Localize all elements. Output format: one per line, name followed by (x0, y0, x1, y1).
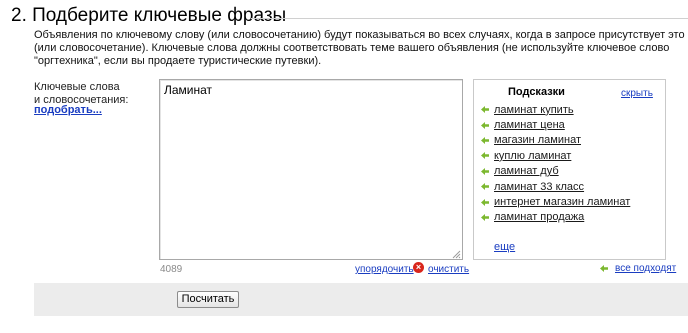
suggestion-text[interactable]: ламинат 33 класс (494, 181, 584, 193)
suggestions-panel: Подсказки скрыть ламинат купить ламинат … (473, 79, 666, 260)
suggestion-text[interactable]: куплю ламинат (494, 150, 571, 162)
section-description: Объявления по ключевому слову (или слово… (34, 29, 688, 68)
arrow-left-icon[interactable] (480, 213, 493, 222)
suggestion-item[interactable]: ламинат продажа (480, 210, 630, 225)
description-line: (или словосочетание). Ключевые слова дол… (34, 42, 670, 54)
suggestion-item[interactable]: куплю ламинат (480, 148, 630, 163)
arrow-left-icon[interactable] (480, 105, 493, 114)
keywords-textarea[interactable]: Ламинат (159, 79, 463, 260)
arrow-left-icon[interactable] (480, 167, 493, 176)
suggestions-list: ламинат купить ламинат цена магазин лами… (480, 102, 630, 225)
suggestion-item[interactable]: интернет магазин ламинат (480, 194, 630, 209)
calculate-button[interactable]: Посчитать (177, 291, 239, 308)
description-line: "оргтехника", если вы продаете туристиче… (34, 55, 322, 67)
more-suggestions-link[interactable]: еще (494, 241, 515, 253)
sort-link[interactable]: упорядочить (355, 264, 414, 275)
arrow-left-icon[interactable] (480, 182, 493, 191)
suggestion-item[interactable]: ламинат цена (480, 117, 630, 132)
resize-handle-icon[interactable] (452, 250, 461, 259)
arrow-left-icon[interactable] (480, 151, 493, 160)
clear-link[interactable]: очистить (428, 264, 469, 275)
suggestion-item[interactable]: ламинат купить (480, 102, 630, 117)
hide-suggestions-link[interactable]: скрыть (621, 88, 653, 99)
clear-icon[interactable]: × (413, 262, 424, 273)
arrow-left-icon[interactable] (480, 121, 493, 130)
suggestions-title: Подсказки (508, 86, 565, 98)
suggestion-text[interactable]: ламинат дуб (494, 165, 559, 177)
arrow-left-icon[interactable] (480, 198, 493, 207)
footer-bar (34, 283, 688, 316)
characters-left-counter: 4089 (160, 264, 183, 275)
arrow-left-icon[interactable] (480, 136, 493, 145)
keywords-label-line: Ключевые слова (34, 81, 120, 93)
suggestion-item[interactable]: ламинат дуб (480, 164, 630, 179)
suggestion-text[interactable]: магазин ламинат (494, 134, 581, 146)
suggestion-item[interactable]: магазин ламинат (480, 133, 630, 148)
pick-keywords-link[interactable]: подобрать... (34, 104, 102, 116)
suggestion-text[interactable]: интернет магазин ламинат (494, 196, 630, 208)
suggestion-item[interactable]: ламинат 33 класс (480, 179, 630, 194)
description-line: Объявления по ключевому слову (или слово… (34, 29, 688, 41)
all-fit-link[interactable]: все подходят (615, 263, 676, 274)
section-title: 2. Подберите ключевые фразы (11, 5, 287, 26)
title-divider (251, 18, 688, 19)
suggestion-text[interactable]: ламинат цена (494, 119, 565, 131)
suggestion-text[interactable]: ламинат купить (494, 104, 574, 116)
suggestion-text[interactable]: ламинат продажа (494, 211, 584, 223)
arrow-left-icon[interactable] (599, 264, 612, 273)
all-fit-control[interactable]: все подходят (599, 263, 676, 274)
